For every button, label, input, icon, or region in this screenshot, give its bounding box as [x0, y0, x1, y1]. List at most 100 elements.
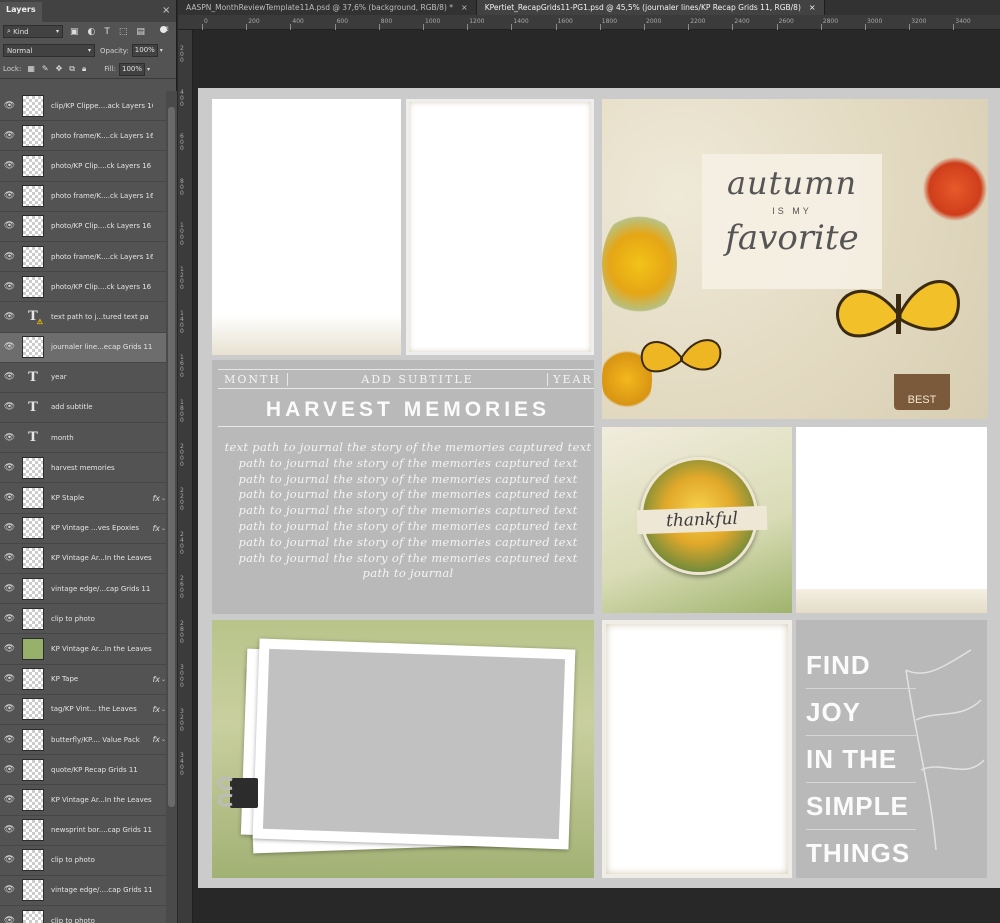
eye-icon[interactable]: 👁︎: [0, 312, 19, 322]
layers-scrollbar-thumb[interactable]: [168, 107, 175, 807]
layer-name[interactable]: photo frame/K....ck Layers 16: [51, 253, 153, 261]
lock-brush-icon[interactable]: ✎: [42, 64, 49, 74]
eye-icon[interactable]: 👁︎: [0, 795, 19, 805]
layer-row[interactable]: 👁︎ butterfly/KP.... Value Pack fx ⌄: [0, 725, 166, 756]
layer-row[interactable]: 👁︎ harvest memories: [0, 453, 166, 484]
eye-icon[interactable]: 👁︎: [0, 916, 19, 923]
layer-name[interactable]: vintage edge/....cap Grids 11: [51, 886, 153, 894]
layer-name[interactable]: KP Vintage Ar...In the Leaves: [51, 796, 153, 804]
eye-icon[interactable]: 👁︎: [0, 101, 19, 111]
layer-row[interactable]: 👁︎ KP Vintage Ar...In the Leaves: [0, 544, 166, 574]
eye-icon[interactable]: 👁︎: [0, 252, 19, 262]
layer-row[interactable]: 👁︎ photo frame/K....ck Layers 16: [0, 182, 166, 212]
document-canvas[interactable]: autumn IS MY favorite BEST MONTH ADD SUB…: [198, 88, 1000, 888]
layer-row[interactable]: 👁︎ quote/KP Recap Grids 11: [0, 755, 166, 786]
lock-artboard-icon[interactable]: ⧉: [69, 64, 75, 74]
eye-icon[interactable]: 👁︎: [0, 765, 19, 775]
layer-row[interactable]: 👁︎ clip to photo: [0, 906, 166, 923]
layer-name[interactable]: tag/KP Vint... the Leaves: [51, 705, 153, 713]
eye-icon[interactable]: 👁︎: [0, 402, 19, 412]
layer-effects-icon[interactable]: fx: [152, 494, 160, 503]
eye-icon[interactable]: 👁︎: [0, 553, 19, 563]
eye-icon[interactable]: 👁︎: [0, 433, 19, 443]
layer-name[interactable]: newsprint bor....cap Grids 11: [51, 826, 153, 834]
layer-name[interactable]: photo frame/K....ck Layers 16: [51, 132, 153, 140]
lock-move-icon[interactable]: ✥: [56, 64, 63, 74]
layer-row[interactable]: 👁︎ KP Vintage Ar...In the Leaves: [0, 785, 166, 816]
close-icon[interactable]: ×: [162, 5, 170, 16]
layer-row[interactable]: 👁︎ KP Staple fx ⌄: [0, 483, 166, 514]
type-filter-icon[interactable]: T: [104, 27, 110, 37]
eye-icon[interactable]: 👁︎: [0, 704, 19, 714]
layer-name[interactable]: text path to j...tured text pa: [51, 313, 153, 321]
layer-row[interactable]: 👁︎ newsprint bor....cap Grids 11: [0, 816, 166, 846]
eye-icon[interactable]: 👁︎: [0, 161, 19, 171]
eye-icon[interactable]: 👁︎: [0, 191, 19, 201]
eye-icon[interactable]: 👁︎: [0, 523, 19, 533]
layer-effects-icon[interactable]: fx: [152, 735, 160, 744]
layer-effects-icon[interactable]: fx: [152, 524, 160, 533]
layer-name[interactable]: quote/KP Recap Grids 11: [51, 766, 153, 774]
layer-row[interactable]: 👁︎ tag/KP Vint... the Leaves fx ⌄: [0, 695, 166, 725]
layers-tab[interactable]: Layers: [0, 2, 42, 22]
eye-icon[interactable]: 👁︎: [0, 885, 19, 895]
eye-icon[interactable]: 👁︎: [0, 855, 19, 865]
fill-input[interactable]: 100%: [119, 62, 145, 76]
ruler-top[interactable]: 0 200 400 600 800 1000 1200 1400 1600 1800 2000 220…: [178, 15, 1000, 30]
ruler-left[interactable]: 2 0 0 4 0 0 6 0 0 8 0 0 1 0 0 0 1 2 0 0 1 4 0 …: [178, 30, 193, 923]
document-tab[interactable]: AASPN_MonthReviewTemplate11A.psd @ 37,6%…: [178, 0, 477, 15]
adjustment-filter-icon[interactable]: ◐: [88, 27, 96, 37]
layer-name[interactable]: photo/KP Clip....ck Layers 16: [51, 222, 153, 230]
layer-row[interactable]: 👁︎ KP Vintage ...ves Epoxies fx ⌄: [0, 514, 166, 544]
eye-icon[interactable]: 👁︎: [0, 735, 19, 745]
eye-icon[interactable]: 👁︎: [0, 221, 19, 231]
layer-name[interactable]: photo/KP Clip....ck Layers 16: [51, 283, 153, 291]
layer-name[interactable]: add subtitle: [51, 403, 153, 411]
layer-row[interactable]: 👁︎ clip to photo: [0, 846, 166, 876]
layer-name[interactable]: KP Vintage Ar...In the Leaves: [51, 645, 153, 653]
layer-row[interactable]: 👁︎ Tyear: [0, 363, 166, 393]
layer-row[interactable]: 👁︎ vintage edge/....cap Grids 11: [0, 876, 166, 907]
close-icon[interactable]: ×: [461, 3, 468, 12]
eye-icon[interactable]: 👁︎: [0, 372, 19, 382]
layer-name[interactable]: KP Tape: [51, 675, 153, 683]
smart-object-filter-icon[interactable]: ▤: [136, 27, 145, 37]
layer-name[interactable]: vintage edge/...cap Grids 11: [51, 585, 153, 593]
eye-icon[interactable]: 👁︎: [0, 463, 19, 473]
filter-toggle-icon[interactable]: [160, 26, 167, 33]
layer-name[interactable]: month: [51, 434, 153, 442]
eye-icon[interactable]: 👁︎: [0, 644, 19, 654]
lock-all-icon[interactable]: 🔒︎: [82, 64, 86, 74]
layer-name[interactable]: photo frame/K....ck Layers 16: [51, 192, 153, 200]
layer-effects-icon[interactable]: fx: [152, 705, 160, 714]
eye-icon[interactable]: 👁︎: [0, 584, 19, 594]
layer-row[interactable]: 👁︎ vintage edge/...cap Grids 11: [0, 574, 166, 605]
layer-row[interactable]: 👁︎ KP Tape fx ⌄: [0, 665, 166, 695]
filter-kind-select[interactable]: ⌕ Kind ▾: [3, 25, 63, 38]
chevron-down-icon[interactable]: ▾: [147, 66, 150, 73]
layer-name[interactable]: KP Staple: [51, 494, 153, 502]
layer-name[interactable]: butterfly/KP.... Value Pack: [51, 736, 153, 744]
layer-row[interactable]: 👁︎ photo/KP Clip....ck Layers 16: [0, 151, 166, 182]
layer-name[interactable]: journaler line...ecap Grids 11: [51, 343, 153, 351]
pixel-filter-icon[interactable]: ▣: [70, 27, 79, 37]
layer-row[interactable]: 👁︎ clip to photo: [0, 604, 166, 635]
layer-name[interactable]: clip to photo: [51, 615, 153, 623]
eye-icon[interactable]: 👁︎: [0, 614, 19, 624]
layer-row[interactable]: 👁︎ journaler line...ecap Grids 11: [0, 332, 166, 363]
eye-icon[interactable]: 👁︎: [0, 131, 19, 141]
layer-row[interactable]: 👁︎ photo/KP Clip....ck Layers 16: [0, 272, 166, 303]
layer-name[interactable]: clip/KP Clippe....ack Layers 16: [51, 102, 153, 110]
layer-effects-icon[interactable]: fx: [152, 675, 160, 684]
layer-name[interactable]: KP Vintage ...ves Epoxies: [51, 524, 153, 532]
layer-name[interactable]: clip to photo: [51, 917, 153, 923]
layer-row[interactable]: 👁︎ clip/KP Clippe....ack Layers 16: [0, 91, 166, 122]
layer-row[interactable]: 👁︎ T ⚠ text path to j...tured text pa: [0, 302, 166, 333]
layer-row[interactable]: 👁︎ photo frame/K....ck Layers 16: [0, 121, 166, 152]
document-tab[interactable]: KPertiet_RecapGrids11-PG1.psd @ 45,5% (j…: [476, 0, 825, 15]
close-icon[interactable]: ×: [809, 3, 816, 12]
eye-icon[interactable]: 👁︎: [0, 825, 19, 835]
eye-icon[interactable]: 👁︎: [0, 282, 19, 292]
blend-mode-select[interactable]: Normal ▾: [3, 44, 95, 57]
lock-transparency-icon[interactable]: ▦: [27, 64, 35, 74]
